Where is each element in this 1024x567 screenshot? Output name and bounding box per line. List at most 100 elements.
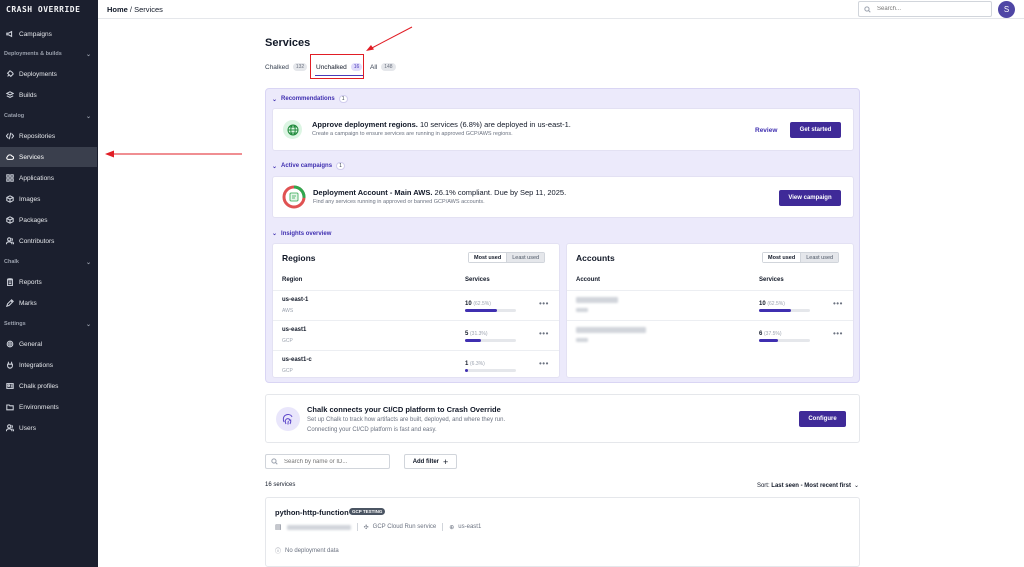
active-campaigns-header[interactable]: ⌄ Active campaigns 1 bbox=[272, 162, 345, 170]
sidebar-item-builds[interactable]: Builds bbox=[0, 85, 97, 105]
sidebar-item-label: Images bbox=[19, 195, 41, 203]
id-card-icon bbox=[5, 382, 14, 391]
tab-chalked[interactable]: Chalked 132 bbox=[265, 55, 308, 79]
chevron-down-icon: ⌄ bbox=[85, 259, 91, 266]
service-card[interactable]: python-http-function GCP TESTING ▤ ✣ GCP… bbox=[265, 497, 860, 567]
sidebar-item-campaigns[interactable]: Campaigns bbox=[0, 24, 97, 44]
sidebar-section-catalog[interactable]: Catalog ⌄ bbox=[0, 110, 97, 122]
sidebar-item-services[interactable]: Services bbox=[0, 147, 97, 167]
count-badge: 1 bbox=[338, 95, 348, 103]
breadcrumb-current: Services bbox=[134, 5, 163, 14]
table-row[interactable]: us-east1-c GCP 1 (6.3%) ••• bbox=[273, 350, 559, 380]
most-used-toggle[interactable]: Most used bbox=[763, 253, 802, 262]
add-filter-button[interactable]: Add filter + bbox=[404, 454, 457, 469]
global-search-input[interactable] bbox=[877, 6, 987, 12]
clipboard-icon bbox=[5, 278, 14, 287]
least-used-toggle[interactable]: Least used bbox=[801, 253, 839, 262]
configure-button[interactable]: Configure bbox=[799, 411, 846, 427]
sidebar: CRASH OVERRIDE Campaigns Deployments & b… bbox=[0, 0, 98, 567]
annotation-arrow-icon bbox=[105, 150, 242, 158]
insights-overview-header[interactable]: ⌄ Insights overview bbox=[272, 230, 331, 238]
column-header-services: Services bbox=[759, 277, 784, 283]
sidebar-item-contributors[interactable]: Contributors bbox=[0, 231, 97, 251]
recommendation-card: Approve deployment regions. 10 services … bbox=[272, 108, 854, 151]
global-search[interactable] bbox=[858, 1, 992, 17]
service-search-input[interactable] bbox=[284, 458, 384, 465]
service-count-value: 5 bbox=[465, 331, 469, 337]
overview-panel: ⌄ Recommendations 1 Approve deployment reg… bbox=[265, 88, 860, 383]
service-count: 10 (62.5%) bbox=[759, 301, 785, 307]
table-row[interactable]: 6 (37.5%) ••• bbox=[567, 320, 853, 350]
sidebar-section-settings[interactable]: Settings ⌄ bbox=[0, 318, 97, 330]
sidebar-item-repositories[interactable]: Repositories bbox=[0, 126, 97, 146]
more-options-icon[interactable]: ••• bbox=[833, 299, 843, 308]
sidebar-item-general[interactable]: General bbox=[0, 334, 97, 354]
table-row[interactable]: 10 (62.5%) ••• bbox=[567, 290, 853, 320]
service-search[interactable] bbox=[265, 454, 390, 469]
get-started-button[interactable]: Get started bbox=[790, 122, 841, 138]
chalk-promo-line: Set up Chalk to track how artifacts are … bbox=[307, 417, 506, 423]
breadcrumb-home[interactable]: Home bbox=[107, 5, 128, 14]
chevron-down-icon: ⌄ bbox=[272, 96, 278, 103]
sidebar-item-images[interactable]: Images bbox=[0, 189, 97, 209]
table-row[interactable]: us-east1 GCP 5 (31.3%) ••• bbox=[273, 320, 559, 350]
usage-bar-fill bbox=[759, 339, 779, 342]
tab-all[interactable]: All 148 bbox=[370, 55, 396, 79]
sidebar-item-applications[interactable]: Applications bbox=[0, 168, 97, 188]
section-label: Catalog bbox=[4, 113, 25, 119]
sort-dropdown[interactable]: Sort: Last seen - Most recent first ⌄ bbox=[757, 482, 859, 489]
sort-value: Last seen - Most recent first bbox=[771, 483, 851, 489]
service-count: 6 (37.5%) bbox=[759, 331, 782, 337]
tab-label: All bbox=[370, 63, 378, 71]
page-title: Services bbox=[265, 37, 311, 49]
sidebar-item-environments[interactable]: Environments bbox=[0, 397, 97, 417]
more-options-icon[interactable]: ••• bbox=[833, 329, 843, 338]
tab-label: Chalked bbox=[265, 63, 289, 71]
deployment-status-text: No deployment data bbox=[285, 547, 339, 554]
avatar[interactable]: S bbox=[998, 1, 1015, 18]
service-count-pct: (62.5%) bbox=[473, 301, 491, 307]
sidebar-item-reports[interactable]: Reports bbox=[0, 272, 97, 292]
usage-bar bbox=[465, 309, 516, 312]
megaphone-icon bbox=[5, 30, 14, 39]
table-row[interactable]: us-east-1 AWS 10 (62.5%) ••• bbox=[273, 290, 559, 320]
app-logo[interactable]: CRASH OVERRIDE bbox=[0, 0, 98, 18]
divider bbox=[442, 523, 444, 531]
least-used-toggle[interactable]: Least used bbox=[507, 253, 545, 262]
sort-prefix: Sort: bbox=[756, 483, 772, 489]
sidebar-item-deployments[interactable]: Deployments bbox=[0, 64, 97, 84]
region-provider: GCP bbox=[282, 338, 293, 344]
service-count-value: 10 bbox=[759, 301, 766, 307]
more-options-icon[interactable]: ••• bbox=[539, 329, 549, 338]
sidebar-item-chalk-profiles[interactable]: Chalk profiles bbox=[0, 376, 97, 396]
sidebar-item-label: Contributors bbox=[19, 237, 55, 245]
recommendations-header[interactable]: ⌄ Recommendations 1 bbox=[272, 95, 348, 103]
more-options-icon[interactable]: ••• bbox=[539, 359, 549, 368]
regions-card: Regions Most used Least used Region Servi… bbox=[272, 243, 560, 378]
sidebar-section-chalk[interactable]: Chalk ⌄ bbox=[0, 256, 97, 268]
service-name[interactable]: python-http-function bbox=[275, 508, 349, 517]
package-icon bbox=[5, 216, 14, 225]
sidebar-item-marks[interactable]: Marks bbox=[0, 293, 97, 313]
campaign-subtitle: Find any services running in approved or… bbox=[313, 199, 485, 205]
most-used-toggle[interactable]: Most used bbox=[469, 253, 508, 262]
view-campaign-button[interactable]: View campaign bbox=[779, 190, 841, 206]
sidebar-item-users[interactable]: Users bbox=[0, 418, 97, 438]
more-options-icon[interactable]: ••• bbox=[539, 299, 549, 308]
tab-count-badge: 132 bbox=[292, 63, 308, 71]
sidebar-item-packages[interactable]: Packages bbox=[0, 210, 97, 230]
redacted-repository bbox=[286, 524, 351, 530]
sidebar-item-label: Chalk profiles bbox=[19, 382, 59, 390]
compliance-ring-icon bbox=[282, 185, 306, 209]
tab-count-badge: 148 bbox=[381, 63, 396, 71]
sidebar-item-integrations[interactable]: Integrations bbox=[0, 355, 97, 375]
review-button[interactable]: Review bbox=[755, 127, 777, 134]
plus-icon: + bbox=[443, 456, 449, 467]
repository-icon: ▤ bbox=[275, 524, 282, 531]
sidebar-section-deployments[interactable]: Deployments & builds ⌄ bbox=[0, 48, 97, 60]
results-count: 16 services bbox=[265, 482, 296, 488]
campaign-card: Deployment Account - Main AWS. 26.1% com… bbox=[272, 176, 854, 218]
sidebar-item-label: Deployments bbox=[19, 70, 57, 78]
add-filter-label: Add filter bbox=[412, 458, 440, 465]
chevron-down-icon: ⌄ bbox=[272, 163, 278, 170]
